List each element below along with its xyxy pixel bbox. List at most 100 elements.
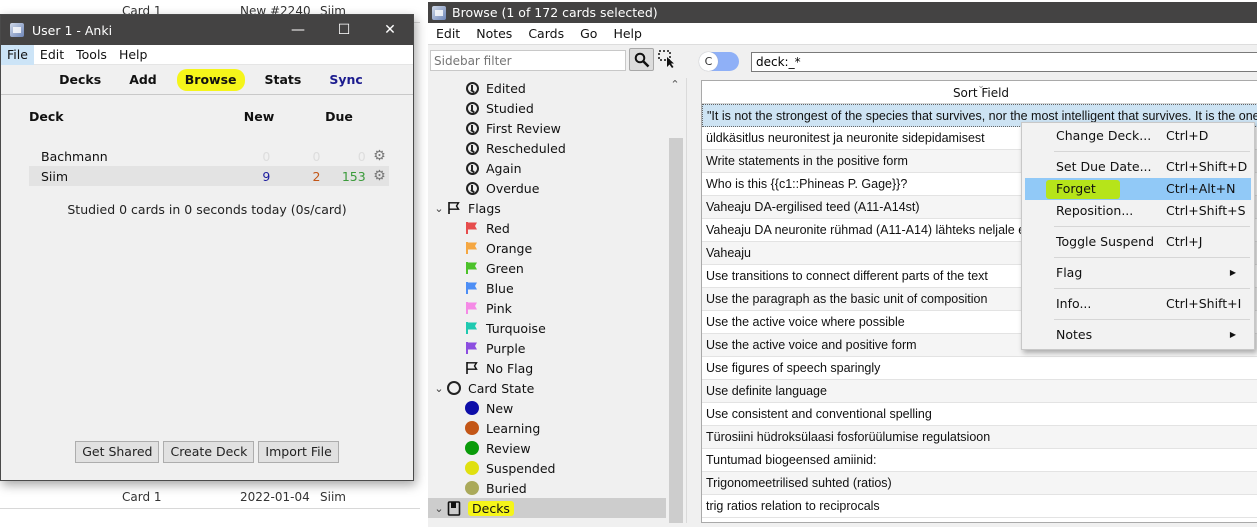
deck-row-siim[interactable]: Siim 9 2 153 ⚙ [29, 166, 389, 186]
sidebar-item-flag-turquoise[interactable]: Turquoise [428, 318, 666, 338]
tree-item-label: Card State [468, 380, 535, 396]
context-menu-item-info[interactable]: Info... Ctrl+Shift+I [1022, 293, 1254, 315]
tree-item-label: First Review [486, 120, 561, 136]
deck-name[interactable]: Bachmann [41, 149, 213, 164]
menu-tools[interactable]: Tools [70, 45, 113, 65]
toolbar-add[interactable]: Add [115, 69, 171, 91]
column-header-sort-field[interactable]: ⌄ Sort Field [702, 81, 1257, 104]
minimize-button[interactable]: — [275, 15, 321, 45]
menu-file[interactable]: File [1, 44, 34, 65]
menu-item-shortcut: Ctrl+Shift+I [1166, 296, 1242, 311]
sidebar-item-overdue[interactable]: Overdue [428, 178, 666, 198]
flag-icon [464, 340, 480, 356]
sidebar-item-card-state[interactable]: ⌄ Card State [428, 378, 666, 398]
clock-icon [464, 140, 480, 156]
table-row[interactable]: trig ratios relation to reciprocals [702, 495, 1257, 518]
deck-list-header: Deck New Due [29, 109, 389, 129]
sidebar-item-flag-orange[interactable]: Orange [428, 238, 666, 258]
menu-item-label: Notes [1056, 327, 1093, 342]
context-menu-item-toggle-suspend[interactable]: Toggle Suspend Ctrl+J [1022, 231, 1254, 253]
context-menu-item-set-due-date[interactable]: Set Due Date... Ctrl+Shift+D [1022, 156, 1254, 178]
sidebar-item-flags[interactable]: ⌄ Flags [428, 198, 666, 218]
deck-due-count: 153 [341, 168, 366, 184]
table-row[interactable]: Use definite language [702, 380, 1257, 403]
header-new: New [243, 109, 275, 124]
maximize-button[interactable]: ☐ [321, 15, 367, 45]
menu-notes[interactable]: Notes [468, 26, 520, 41]
menu-help[interactable]: Help [605, 26, 650, 41]
flag-icon [464, 260, 480, 276]
cards-notes-toggle[interactable]: C [699, 52, 739, 71]
menu-edit[interactable]: Edit [34, 45, 70, 65]
table-row[interactable]: Tuntumad biogeensed amiinid: [702, 449, 1257, 472]
clock-icon [464, 120, 480, 136]
deck-learn-count: 0 [312, 148, 321, 164]
context-menu-item-change-deck[interactable]: Change Deck... Ctrl+D [1022, 125, 1254, 147]
sidebar-item-edited[interactable]: Edited [428, 78, 666, 98]
sidebar-item-flag-purple[interactable]: Purple [428, 338, 666, 358]
context-menu-item-reposition[interactable]: Reposition... Ctrl+Shift+S [1022, 200, 1254, 222]
sidebar-item-again[interactable]: Again [428, 158, 666, 178]
sidebar-item-flag-green[interactable]: Green [428, 258, 666, 278]
sidebar-item-first-review[interactable]: First Review [428, 118, 666, 138]
gear-icon[interactable]: ⚙ [370, 148, 389, 164]
table-row[interactable]: Trigonomeetrilised suhted (ratios) [702, 472, 1257, 495]
deck-name[interactable]: Siim [41, 169, 213, 184]
menu-go[interactable]: Go [572, 26, 605, 41]
close-button[interactable]: ✕ [367, 15, 413, 45]
sidebar-item-state-new[interactable]: New [428, 398, 666, 418]
deck-learn-count: 2 [312, 168, 321, 184]
search-input[interactable] [751, 52, 1257, 72]
toolbar-browse[interactable]: Browse [176, 68, 245, 91]
sidebar-search-button[interactable] [629, 48, 654, 71]
select-tool-button[interactable] [658, 50, 676, 68]
panel-splitter[interactable] [686, 78, 687, 523]
sidebar-item-studied[interactable]: Studied [428, 98, 666, 118]
menu-item-shortcut: Ctrl+D [1166, 128, 1209, 143]
toolbar-decks[interactable]: Decks [45, 69, 115, 91]
menu-item-label: Toggle Suspend [1056, 234, 1155, 249]
sidebar-item-decks[interactable]: ⌄ Decks [428, 498, 666, 518]
menu-separator [1054, 226, 1250, 227]
deck-new-count: 0 [262, 148, 271, 164]
menu-edit[interactable]: Edit [428, 26, 468, 41]
sidebar-item-flag-blue[interactable]: Blue [428, 278, 666, 298]
sidebar-filter-input[interactable] [430, 50, 626, 71]
state-dot-icon [464, 460, 480, 476]
table-row[interactable]: Use figures of speech sparingly [702, 357, 1257, 380]
sidebar-item-state-suspended[interactable]: Suspended [428, 458, 666, 478]
toolbar-sync[interactable]: Sync [315, 69, 376, 91]
sidebar-item-rescheduled[interactable]: Rescheduled [428, 138, 666, 158]
table-row[interactable]: Türosiini hüdroksülaasi fosforüülumise r… [702, 426, 1257, 449]
chevron-down-icon[interactable]: ⌄ [432, 382, 446, 395]
menu-item-shortcut: Ctrl+Shift+D [1166, 159, 1248, 174]
sidebar-item-state-review[interactable]: Review [428, 438, 666, 458]
sidebar-item-no-flag[interactable]: No Flag [428, 358, 666, 378]
toolbar-stats[interactable]: Stats [251, 69, 316, 91]
sidebar-item-state-buried[interactable]: Buried [428, 478, 666, 498]
scroll-up-icon[interactable]: ⌃ [666, 78, 684, 96]
main-toolbar: Decks Add Browse Stats Sync [1, 65, 413, 95]
tree-item-label: Orange [486, 240, 533, 256]
context-menu-item-notes[interactable]: Notes ▶ [1022, 324, 1254, 346]
scrollbar-thumb[interactable] [669, 138, 683, 523]
import-file-button[interactable]: Import File [258, 441, 339, 463]
create-deck-button[interactable]: Create Deck [163, 441, 255, 463]
chevron-down-icon[interactable]: ⌄ [432, 502, 446, 515]
tree-item-label: Pink [486, 300, 512, 316]
sidebar-item-state-learning[interactable]: Learning [428, 418, 666, 438]
flag-icon [464, 220, 480, 236]
menu-cards[interactable]: Cards [520, 26, 572, 41]
gear-icon[interactable]: ⚙ [370, 168, 389, 184]
sidebar-item-flag-red[interactable]: Red [428, 218, 666, 238]
title-bar: User 1 - Anki — ☐ ✕ [1, 15, 413, 45]
sidebar-scrollbar[interactable]: ⌃ [666, 78, 684, 523]
context-menu-item-flag[interactable]: Flag ▶ [1022, 262, 1254, 284]
context-menu-item-forget[interactable]: Forget Ctrl+Alt+N [1025, 178, 1251, 200]
menu-help[interactable]: Help [113, 45, 154, 65]
chevron-down-icon[interactable]: ⌄ [432, 202, 446, 215]
table-row[interactable]: Use consistent and conventional spelling [702, 403, 1257, 426]
deck-row-bachmann[interactable]: Bachmann 0 0 0 ⚙ [29, 146, 389, 166]
sidebar-item-flag-pink[interactable]: Pink [428, 298, 666, 318]
get-shared-button[interactable]: Get Shared [75, 441, 160, 463]
